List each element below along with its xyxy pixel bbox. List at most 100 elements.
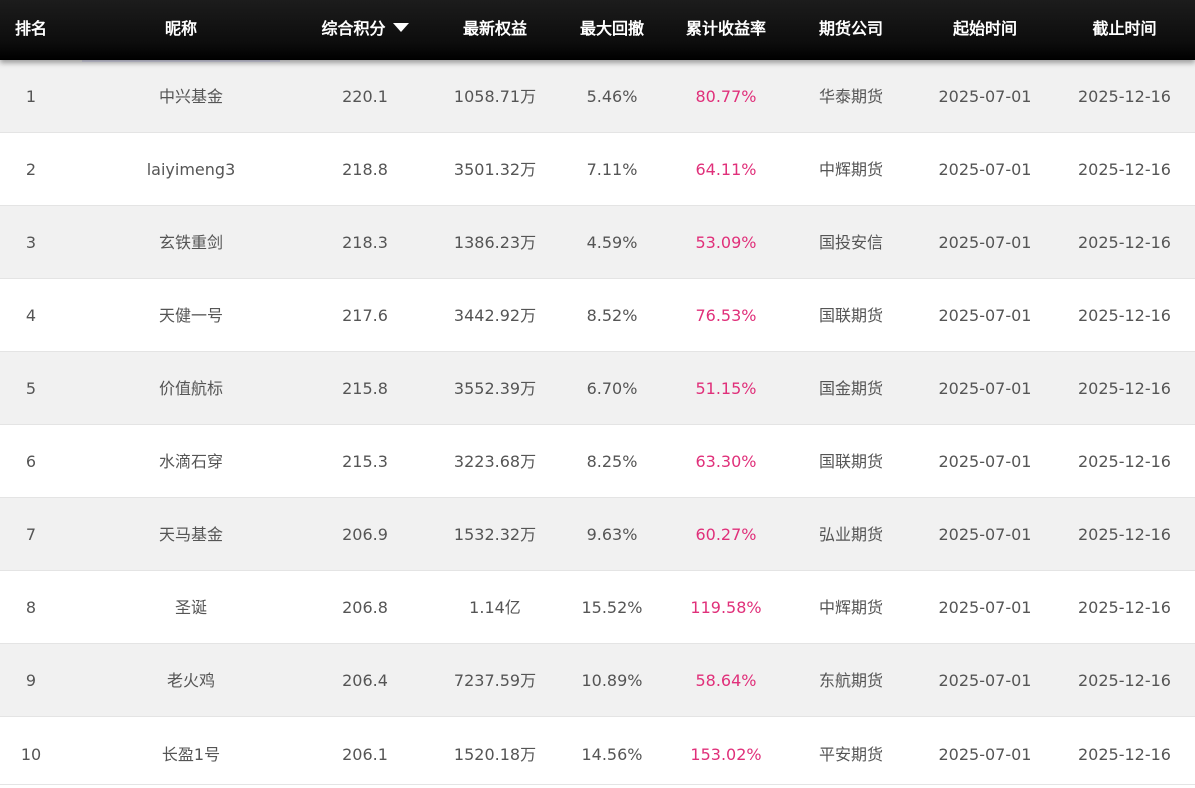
- cell-start-date: 2025-07-01: [938, 745, 1032, 764]
- cell-rank: 3: [25, 233, 37, 252]
- cell-max-drawdown: 7.11%: [586, 160, 638, 179]
- cell-start-date: 2025-07-01: [938, 306, 1032, 325]
- table-row[interactable]: 6 水滴石穿 215.3 3223.68万 8.25% 63.30% 国联期货 2025-07…: [0, 425, 1195, 498]
- cell-end-date: 2025-12-16: [1078, 598, 1171, 617]
- cell-broker: 国投安信: [818, 233, 883, 252]
- cell-max-drawdown: 4.59%: [586, 233, 638, 252]
- cell-rank: 2: [25, 160, 37, 179]
- cell-broker: 国联期货: [818, 306, 883, 325]
- cell-max-drawdown: 6.70%: [586, 379, 638, 398]
- table-row[interactable]: 4 天健一号 217.6 3442.92万 8.52% 76.53% 国联期货 2025-07…: [0, 279, 1195, 352]
- cell-end-date: 2025-12-16: [1078, 160, 1171, 179]
- cell-score: 215.8: [342, 379, 388, 398]
- cell-equity: 3442.92万: [453, 306, 537, 325]
- cell-broker: 国联期货: [818, 452, 883, 471]
- cell-return-rate: 64.11%: [695, 160, 757, 179]
- cell-nickname[interactable]: 天马基金: [82, 498, 300, 571]
- cell-end-date: 2025-12-16: [1078, 525, 1171, 544]
- cell-start-date: 2025-07-01: [938, 87, 1032, 106]
- cell-nickname[interactable]: 天健一号: [82, 279, 300, 352]
- cell-equity: 1520.18万: [453, 745, 537, 764]
- header-return-rate: 累计收益率: [685, 19, 766, 38]
- cell-return-rate: 80.77%: [695, 87, 757, 106]
- cell-equity: 3223.68万: [453, 452, 537, 471]
- cell-equity: 7237.59万: [453, 671, 537, 690]
- cell-return-rate: 60.27%: [695, 525, 757, 544]
- table-row[interactable]: 8 圣诞 206.8 1.14亿 15.52% 119.58% 中辉期货 2025-07-01…: [0, 571, 1195, 644]
- header-equity: 最新权益: [462, 19, 527, 38]
- cell-return-rate: 51.15%: [695, 379, 757, 398]
- cell-broker: 国金期货: [818, 379, 883, 398]
- cell-equity: 1532.32万: [453, 525, 537, 544]
- caret-down-icon[interactable]: [392, 23, 409, 32]
- cell-rank: 4: [25, 306, 37, 325]
- table-row[interactable]: 7 天马基金 206.9 1532.32万 9.63% 60.27% 弘业期货 2025-07…: [0, 498, 1195, 571]
- header-rank: 排名: [14, 19, 47, 38]
- cell-score: 206.1: [342, 745, 388, 764]
- cell-max-drawdown: 9.63%: [586, 525, 638, 544]
- cell-end-date: 2025-12-16: [1078, 87, 1171, 106]
- cell-broker: 中辉期货: [818, 160, 883, 179]
- cell-rank: 1: [25, 87, 37, 106]
- cell-equity: 3501.32万: [453, 160, 537, 179]
- cell-nickname[interactable]: 水滴石穿: [82, 425, 300, 498]
- cell-broker: 平安期货: [818, 745, 883, 764]
- cell-score: 217.6: [342, 306, 388, 325]
- cell-end-date: 2025-12-16: [1078, 233, 1171, 252]
- cell-start-date: 2025-07-01: [938, 525, 1032, 544]
- cell-broker: 弘业期货: [818, 525, 883, 544]
- table-body: 1 中兴基金 220.1 1058.71万 5.46% 80.77% 华泰期货 2025-07…: [0, 60, 1195, 785]
- cell-score: 206.8: [342, 598, 388, 617]
- cell-broker: 东航期货: [818, 671, 883, 690]
- table-row[interactable]: 10 长盈1号 206.1 1520.18万 14.56% 153.02% 平安期货 2025…: [0, 717, 1195, 785]
- cell-equity: 1386.23万: [453, 233, 537, 252]
- cell-max-drawdown: 8.25%: [586, 452, 638, 471]
- cell-end-date: 2025-12-16: [1078, 379, 1171, 398]
- table-row[interactable]: 5 价值航标 215.8 3552.39万 6.70% 51.15% 国金期货 2025-07…: [0, 352, 1195, 425]
- cell-broker: 中辉期货: [818, 598, 883, 617]
- cell-start-date: 2025-07-01: [938, 233, 1032, 252]
- cell-max-drawdown: 14.56%: [581, 745, 643, 764]
- header-score-label[interactable]: 综合积分: [321, 19, 385, 38]
- cell-equity: 3552.39万: [453, 379, 537, 398]
- cell-return-rate: 58.64%: [695, 671, 757, 690]
- cell-max-drawdown: 10.89%: [581, 671, 643, 690]
- cell-nickname[interactable]: 老火鸡: [82, 644, 300, 717]
- table-row[interactable]: 9 老火鸡 206.4 7237.59万 10.89% 58.64% 东航期货 2025-07…: [0, 644, 1195, 717]
- cell-score: 218.8: [342, 160, 388, 179]
- cell-max-drawdown: 8.52%: [586, 306, 638, 325]
- cell-rank: 8: [25, 598, 37, 617]
- cell-nickname[interactable]: laiyimeng3: [82, 133, 300, 206]
- cell-start-date: 2025-07-01: [938, 598, 1032, 617]
- table-row[interactable]: 2 laiyimeng3 218.8 3501.32万 7.11% 64.11% 中辉期货 2…: [0, 133, 1195, 206]
- cell-end-date: 2025-12-16: [1078, 671, 1171, 690]
- cell-end-date: 2025-12-16: [1078, 306, 1171, 325]
- cell-nickname[interactable]: 玄铁重剑: [82, 206, 300, 279]
- cell-rank: 9: [25, 671, 37, 690]
- cell-max-drawdown: 15.52%: [581, 598, 643, 617]
- cell-return-rate: 63.30%: [695, 452, 757, 471]
- cell-nickname[interactable]: 价值航标: [82, 352, 300, 425]
- cell-nickname[interactable]: 长盈1号: [82, 717, 300, 785]
- cell-equity: 1058.71万: [453, 87, 537, 106]
- cell-nickname[interactable]: 中兴基金: [82, 60, 300, 133]
- cell-start-date: 2025-07-01: [938, 160, 1032, 179]
- table-row[interactable]: 1 中兴基金 220.1 1058.71万 5.46% 80.77% 华泰期货 2025-07…: [0, 60, 1195, 133]
- cell-end-date: 2025-12-16: [1078, 745, 1171, 764]
- cell-start-date: 2025-07-01: [938, 671, 1032, 690]
- cell-return-rate: 76.53%: [695, 306, 757, 325]
- header-nickname: 昵称: [164, 19, 197, 38]
- cell-rank: 10: [20, 745, 42, 764]
- ranking-table: 排名 昵称 综合积分 最新权益 最大回撤 累计收益率 期货公司 起始时间 截止时…: [0, 0, 1195, 788]
- cell-end-date: 2025-12-16: [1078, 452, 1171, 471]
- header-score[interactable]: 综合积分: [298, 0, 432, 58]
- header-max-drawdown: 最大回撤: [579, 19, 644, 38]
- table-row[interactable]: 3 玄铁重剑 218.3 1386.23万 4.59% 53.09% 国投安信 2025-07…: [0, 206, 1195, 279]
- table-header: 排名 昵称 综合积分 最新权益 最大回撤 累计收益率 期货公司 起始时间 截止时…: [0, 0, 1195, 60]
- cell-rank: 5: [25, 379, 37, 398]
- cell-score: 218.3: [342, 233, 388, 252]
- cell-score: 206.4: [342, 671, 388, 690]
- cell-nickname[interactable]: 圣诞: [82, 571, 300, 644]
- cell-start-date: 2025-07-01: [938, 452, 1032, 471]
- cell-return-rate: 119.58%: [690, 598, 762, 617]
